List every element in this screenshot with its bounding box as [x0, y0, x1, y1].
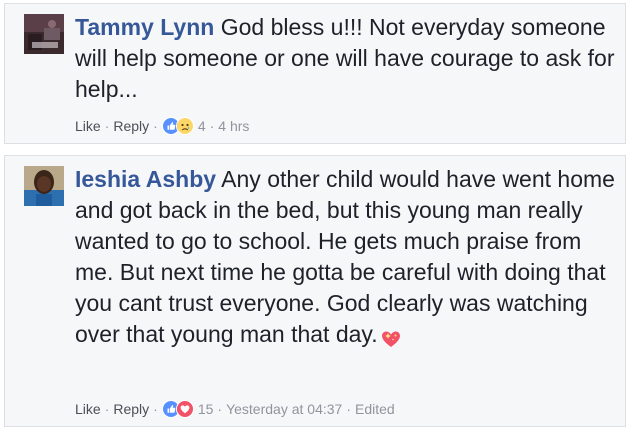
sparkling-heart-icon: [380, 326, 402, 347]
reply-link[interactable]: Reply: [113, 401, 149, 417]
avatar[interactable]: [24, 14, 64, 54]
separator-dot: ·: [209, 118, 215, 134]
comments-page: Tammy Lynn God bless u!!! Not everyday s…: [0, 0, 630, 431]
separator-dot: ·: [153, 401, 158, 417]
reactions-summary[interactable]: [161, 400, 194, 418]
comment-body: Ieshia Ashby Any other child would have …: [75, 164, 620, 350]
separator-dot: ·: [104, 118, 110, 134]
like-link[interactable]: Like: [75, 401, 101, 417]
reaction-count[interactable]: 15: [198, 401, 214, 417]
like-link[interactable]: Like: [75, 118, 101, 134]
comment-text: Any other child would have went home and…: [75, 166, 615, 347]
love-icon: [175, 400, 194, 418]
comment: Tammy Lynn God bless u!!! Not everyday s…: [4, 3, 626, 144]
edited-label[interactable]: Edited: [355, 401, 395, 417]
comment-actions: Like · Reply · 4 · 4 hrs: [75, 117, 249, 135]
reaction-count[interactable]: 4: [198, 118, 206, 134]
comment-body: Tammy Lynn God bless u!!! Not everyday s…: [75, 12, 620, 105]
sad-icon: [175, 117, 194, 135]
separator-dot: ·: [153, 118, 158, 134]
avatar[interactable]: [24, 166, 64, 206]
separator-dot: ·: [217, 401, 223, 417]
comment-timestamp[interactable]: Yesterday at 04:37: [226, 401, 342, 417]
separator-dot: ·: [104, 401, 110, 417]
comment-author[interactable]: Ieshia Ashby: [75, 166, 216, 192]
comment-timestamp[interactable]: 4 hrs: [218, 118, 249, 134]
comment-actions: Like · Reply · 15 · Yesterday at 04:37 ·…: [75, 400, 395, 418]
reply-link[interactable]: Reply: [113, 118, 149, 134]
separator-dot: ·: [346, 401, 351, 417]
comment-author[interactable]: Tammy Lynn: [75, 14, 214, 40]
reactions-summary[interactable]: [161, 117, 194, 135]
comment: Ieshia Ashby Any other child would have …: [4, 155, 626, 427]
